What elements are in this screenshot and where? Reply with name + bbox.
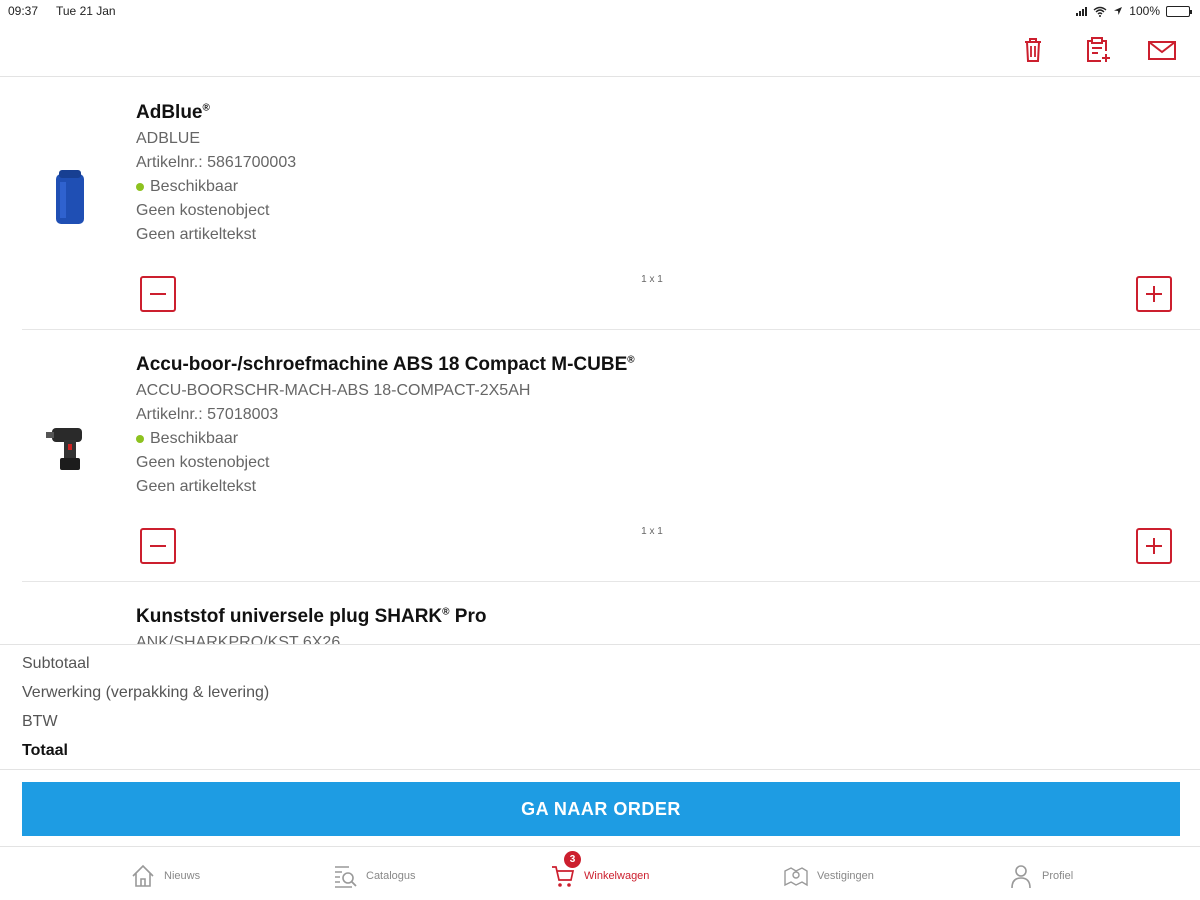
article-number: Artikelnr.: 5861700003 [136, 154, 297, 171]
product-code: ADBLUE [136, 130, 201, 147]
go-to-order-button[interactable]: GA NAAR ORDER [22, 782, 1180, 836]
tab-news[interactable]: Nieuws [130, 861, 200, 891]
decrease-quantity-button[interactable] [140, 276, 176, 312]
cart-toolbar [0, 22, 1200, 77]
catalog-icon [335, 866, 357, 888]
quantity-value: 1 x 1 [641, 526, 663, 537]
wifi-icon [1093, 6, 1107, 17]
mail-icon[interactable] [1146, 34, 1178, 66]
cart-item-list[interactable]: AdBlue® ADBLUE Artikelnr.: 5861700003 Be… [0, 78, 1200, 644]
handling-label: Verwerking (verpakking & levering) [22, 684, 270, 701]
battery-percent: 100% [1129, 4, 1160, 18]
status-date: Tue 21 Jan [56, 4, 116, 18]
increase-quantity-button[interactable] [1136, 528, 1172, 564]
product-image-drill [46, 428, 82, 470]
battery-icon [1166, 5, 1192, 17]
increase-quantity-button[interactable] [1136, 276, 1172, 312]
cart-item: Kunststof universele plug SHARK® Pro ANK… [22, 582, 1200, 644]
status-time: 09:37 [8, 4, 39, 18]
status-bar: 09:37 Tue 21 Jan 100% [0, 0, 1200, 22]
total-label: Totaal [22, 742, 68, 759]
tab-cart[interactable]: 3 Winkelwagen [550, 851, 650, 891]
product-title[interactable]: AdBlue® [136, 102, 210, 124]
tab-locations[interactable]: Vestigingen [783, 861, 874, 891]
article-text[interactable]: Geen artikeltekst [136, 226, 256, 244]
article-text[interactable]: Geen artikeltekst [136, 478, 256, 496]
available-dot-icon [136, 182, 144, 191]
map-pin-icon [784, 867, 808, 887]
available-dot-icon [136, 434, 144, 443]
decrease-quantity-button[interactable] [140, 528, 176, 564]
tab-cart-label: Winkelwagen [584, 870, 650, 882]
trash-icon[interactable] [1017, 34, 1049, 66]
home-icon [132, 864, 154, 887]
tab-news-label: Nieuws [164, 870, 201, 882]
subtotal-label: Subtotaal [22, 655, 90, 672]
product-title[interactable]: Accu-boor-/schroefmachine ABS 18 Compact… [136, 354, 635, 376]
cost-object[interactable]: Geen kostenobject [136, 454, 269, 472]
order-summary: Subtotaal Verwerking (verpakking & lever… [0, 644, 1200, 770]
cart-count-badge: 3 [564, 851, 581, 868]
bottom-tab-bar: Nieuws Catalogus 3 Winkelwagen Vestiging… [0, 846, 1200, 900]
tab-catalog[interactable]: Catalogus [332, 861, 416, 891]
location-arrow-icon [1114, 7, 1123, 15]
signal-icon [1076, 6, 1088, 16]
article-number: Artikelnr.: 57018003 [136, 406, 279, 423]
quantity-value: 1 x 1 [641, 274, 663, 285]
tab-profile-label: Profiel [1042, 870, 1074, 882]
clipboard-add-icon[interactable] [1081, 34, 1113, 66]
product-title[interactable]: Kunststof universele plug SHARK® Pro [136, 606, 486, 628]
tab-locations-label: Vestigingen [817, 870, 874, 882]
tab-catalog-label: Catalogus [366, 870, 416, 882]
cart-item: AdBlue® ADBLUE Artikelnr.: 5861700003 Be… [22, 78, 1200, 330]
product-code: ANK/SHARKPRO/KST 6X26 [136, 634, 341, 644]
tab-profile[interactable]: Profiel [1008, 861, 1073, 891]
status-indicators: 100% [1076, 4, 1192, 18]
cost-object[interactable]: Geen kostenobject [136, 202, 269, 220]
vat-label: BTW [22, 713, 58, 730]
availability-status: Beschikbaar [136, 430, 238, 448]
cart-item: Accu-boor-/schroefmachine ABS 18 Compact… [22, 330, 1200, 582]
product-code: ACCU-BOORSCHR-MACH-ABS 18-COMPACT-2X5AH [136, 382, 531, 399]
user-icon [1011, 865, 1031, 889]
availability-status: Beschikbaar [136, 178, 238, 196]
product-image-adblue [56, 170, 84, 224]
